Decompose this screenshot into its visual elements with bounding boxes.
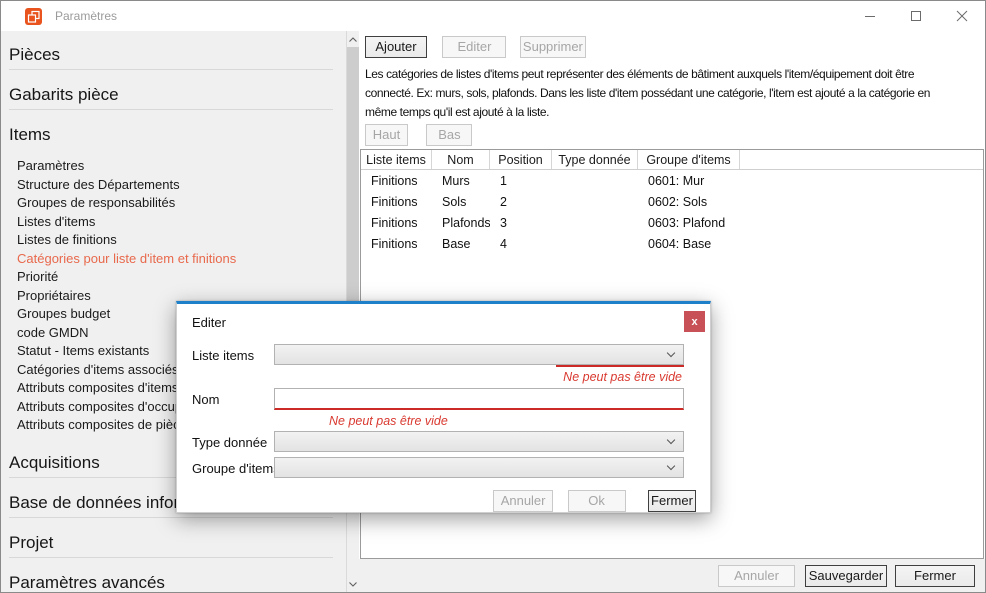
sidebar-item-parametres[interactable]: Paramètres: [9, 157, 346, 176]
maximize-button[interactable]: [893, 1, 939, 31]
cell-position: 1: [490, 174, 552, 188]
cell-liste-items: Finitions: [361, 216, 432, 230]
cell-liste-items: Finitions: [361, 195, 432, 209]
table-row[interactable]: Finitions Plafonds 3 0603: Plafond: [361, 212, 983, 233]
dialog-close-action-button[interactable]: Fermer: [648, 490, 696, 512]
window-controls: [847, 1, 985, 31]
cell-nom: Plafonds: [432, 216, 490, 230]
nom-error-text: Ne peut pas être vide: [329, 414, 448, 428]
dialog-ok-button[interactable]: Ok: [568, 490, 626, 512]
sidebar-item-listes-finitions[interactable]: Listes de finitions: [9, 231, 346, 250]
add-button[interactable]: Ajouter: [365, 36, 427, 58]
table-row[interactable]: Finitions Base 4 0604: Base: [361, 233, 983, 254]
sidebar-item-structure-departements[interactable]: Structure des Départements: [9, 176, 346, 195]
chevron-down-icon: [349, 582, 357, 587]
column-header-position[interactable]: Position: [490, 150, 552, 169]
sidebar-item-priorite[interactable]: Priorité: [9, 268, 346, 287]
groupe-items-combobox[interactable]: [274, 457, 684, 478]
table-header: Liste items Nom Position Type donnée Gro…: [361, 150, 983, 170]
sidebar-section-projet[interactable]: Projet: [9, 533, 333, 558]
description-line: connecté. Ex: murs, sols, plafonds. Dans…: [365, 84, 981, 103]
cell-liste-items: Finitions: [361, 174, 432, 188]
window-title: Paramètres: [55, 9, 117, 23]
nom-input[interactable]: [274, 388, 684, 410]
close-button[interactable]: Fermer: [895, 565, 975, 587]
cell-nom: Murs: [432, 174, 490, 188]
chevron-up-icon: [349, 37, 357, 42]
close-icon: [956, 10, 968, 22]
app-icon: [25, 8, 42, 25]
edit-dialog: Editer x Liste items Ne peut pas être vi…: [176, 301, 711, 513]
chevron-down-icon: [667, 462, 675, 470]
cell-groupe-items: 0601: Mur: [638, 174, 740, 188]
chevron-down-icon: [667, 436, 675, 444]
move-down-button[interactable]: Bas: [426, 124, 472, 146]
cell-groupe-items: 0604: Base: [638, 237, 740, 251]
column-header-nom[interactable]: Nom: [432, 150, 490, 169]
cell-nom: Sols: [432, 195, 490, 209]
move-up-button[interactable]: Haut: [365, 124, 408, 146]
type-donnee-combobox[interactable]: [274, 431, 684, 452]
scroll-up-button[interactable]: [347, 32, 359, 46]
footer-bar: Annuler Sauvegarder Fermer: [359, 559, 985, 592]
groupe-items-label: Groupe d'items: [192, 461, 280, 476]
cell-position: 2: [490, 195, 552, 209]
sidebar-section-parametres-avances[interactable]: Paramètres avancés: [9, 573, 333, 593]
sidebar-item-groupes-responsabilites[interactable]: Groupes de responsabilités: [9, 194, 346, 213]
sidebar-section-pieces[interactable]: Pièces: [9, 45, 333, 70]
cell-groupe-items: 0602: Sols: [638, 195, 740, 209]
cell-position: 4: [490, 237, 552, 251]
dialog-cancel-button[interactable]: Annuler: [493, 490, 553, 512]
cell-position: 3: [490, 216, 552, 230]
scroll-down-button[interactable]: [347, 577, 359, 591]
description-text: Les catégories de listes d'items peut re…: [365, 65, 981, 122]
delete-button[interactable]: Supprimer: [520, 36, 586, 58]
cell-groupe-items: 0603: Plafond: [638, 216, 740, 230]
cell-nom: Base: [432, 237, 490, 251]
liste-items-label: Liste items: [192, 348, 254, 363]
column-header-type-donnee[interactable]: Type donnée: [552, 150, 638, 169]
toolbar: Ajouter Editer Supprimer: [365, 36, 586, 58]
sidebar-item-categories-liste-item-finitions[interactable]: Catégories pour liste d'item et finition…: [9, 250, 346, 269]
maximize-icon: [910, 10, 922, 22]
sidebar-item-listes-items[interactable]: Listes d'items: [9, 213, 346, 232]
liste-items-error-text: Ne peut pas être vide: [563, 370, 682, 384]
column-header-liste-items[interactable]: Liste items: [361, 150, 432, 169]
column-header-groupe-items[interactable]: Groupe d'items: [638, 150, 740, 169]
dialog-title: Editer: [192, 315, 226, 330]
sidebar-section-gabarits-piece[interactable]: Gabarits pièce: [9, 85, 333, 110]
settings-window: Paramètres Pièces Gabarits pièce Items P…: [0, 0, 986, 593]
close-window-button[interactable]: [939, 1, 985, 31]
liste-items-combobox[interactable]: [274, 344, 684, 365]
dialog-buttons: Annuler Ok Fermer: [493, 490, 696, 512]
chevron-down-icon: [667, 349, 675, 357]
minimize-button[interactable]: [847, 1, 893, 31]
save-button[interactable]: Sauvegarder: [805, 565, 887, 587]
sidebar-section-items[interactable]: Items: [9, 125, 333, 149]
edit-button[interactable]: Editer: [442, 36, 506, 58]
table-row[interactable]: Finitions Murs 1 0601: Mur: [361, 170, 983, 191]
nom-label: Nom: [192, 392, 219, 407]
move-buttons: Haut Bas: [365, 124, 472, 146]
dialog-close-button[interactable]: x: [684, 311, 705, 332]
titlebar: Paramètres: [1, 1, 985, 31]
description-line: même temps qu'il est ajouté à la liste.: [365, 103, 981, 122]
cancel-button[interactable]: Annuler: [718, 565, 795, 587]
cell-liste-items: Finitions: [361, 237, 432, 251]
liste-items-error-underline: [556, 365, 684, 367]
column-header-filler: [740, 150, 983, 169]
type-donnee-label: Type donnée: [192, 435, 267, 450]
description-line: Les catégories de listes d'items peut re…: [365, 65, 981, 84]
table-row[interactable]: Finitions Sols 2 0602: Sols: [361, 191, 983, 212]
minimize-icon: [864, 10, 876, 22]
